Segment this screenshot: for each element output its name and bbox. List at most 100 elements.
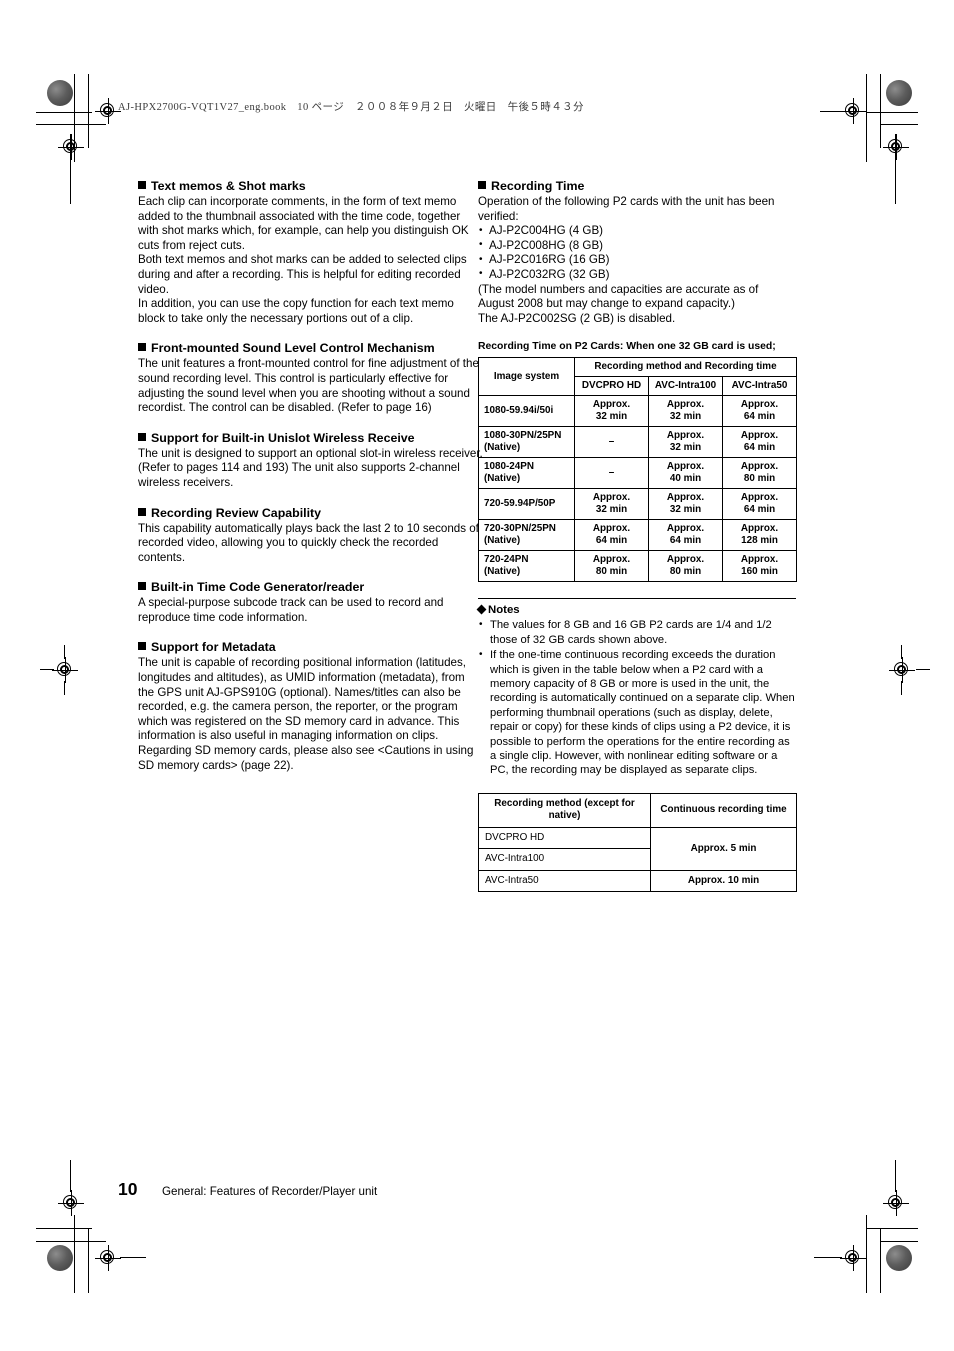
crop-mark-line <box>36 1241 106 1242</box>
black-square-bullet-icon <box>138 507 146 516</box>
cell-line2: 80 min <box>743 473 776 485</box>
cell-line2: 128 min <box>741 535 778 547</box>
section-heading-recording-review: Recording Review Capability <box>138 505 483 521</box>
book-file-header-line: AJ-HPX2700G-VQT1V27_eng.book 10 ページ ２００８… <box>118 102 584 113</box>
list-item: AJ-P2C032RG (32 GB) <box>478 267 796 283</box>
cell-recording-method: AVC-Intra100 <box>478 848 651 871</box>
column-header-continuous-time: Continuous recording time <box>650 792 797 828</box>
table-row: 1080-24PN (Native) – Approx. 40 min Appr… <box>478 457 797 490</box>
notes-divider <box>478 598 796 600</box>
crop-mark-line <box>820 111 842 112</box>
cell-line1: Approx. <box>740 554 779 566</box>
crop-mark-line <box>901 645 902 659</box>
crop-mark-line <box>880 124 918 125</box>
cell-line1: Approx. <box>666 492 705 504</box>
cell-dvcpro-hd: – <box>574 426 649 459</box>
row-label-line1: 1080-24PN <box>484 461 534 473</box>
cell-avc-intra50: Approx. 64 min <box>722 426 797 459</box>
cell-line1: Approx. <box>740 461 779 473</box>
cell-avc-intra100: Approx. 32 min <box>648 488 723 521</box>
footer-title: General: Features of Recorder/Player uni… <box>162 1185 378 1198</box>
row-label-line1: 720-24PN <box>484 554 529 566</box>
table-row: 720-30PN/25PN (Native) Approx. 64 min Ap… <box>478 519 797 552</box>
paragraph: The unit is designed to support an optio… <box>138 446 483 489</box>
section-heading-label: Built-in Time Code Generator/reader <box>151 580 365 595</box>
row-label-line2: (Native) <box>484 442 521 454</box>
paragraph: The unit features a front-mounted contro… <box>138 357 479 415</box>
cell-line2: 32 min <box>669 504 702 516</box>
cell-line2: 64 min <box>743 442 776 454</box>
cell-avc-intra50: Approx. 64 min <box>722 395 797 428</box>
crop-mark-line <box>36 112 92 113</box>
cell-dvcpro-hd: – <box>574 457 649 490</box>
table-row: 1080-30PN/25PN (Native) – Approx. 32 min… <box>478 426 797 459</box>
black-square-bullet-icon <box>138 432 146 441</box>
cell-line2: 160 min <box>741 566 778 578</box>
table-row: AVC-Intra50 Approx. 10 min <box>478 869 797 893</box>
black-square-bullet-icon <box>138 642 146 651</box>
column-header-dvcpro-hd: DVCPRO HD <box>574 376 649 397</box>
p2-card-list: AJ-P2C004HG (4 GB) AJ-P2C008HG (8 GB) AJ… <box>478 224 796 282</box>
row-header-image-system: 1080-24PN (Native) <box>478 457 575 490</box>
continuous-recording-table: Recording method (except for native) Con… <box>478 792 797 893</box>
table-row: 720-24PN (Native) Approx. 80 min Approx.… <box>478 550 797 583</box>
section-heading-label: Recording Review Capability <box>151 505 322 520</box>
row-label-line1: 720-30PN/25PN <box>484 523 556 535</box>
cell-line2: 32 min <box>595 411 628 423</box>
cell-continuous-time: Approx. 5 min <box>650 826 797 871</box>
cell-line1: Approx. <box>592 399 631 411</box>
right-text-column: Recording Time Operation of the followin… <box>476 178 797 893</box>
column-header-recording-method-span: Recording method and Recording time <box>574 357 797 378</box>
cell-line1: Approx. <box>666 430 705 442</box>
registration-target-bottom-right-outer <box>883 1190 909 1216</box>
row-label-line2: (Native) <box>484 535 521 547</box>
row-header-image-system: 720-30PN/25PN (Native) <box>478 519 575 552</box>
cell-line2: 80 min <box>669 566 702 578</box>
black-square-bullet-icon <box>478 181 486 189</box>
row-label-line1: 720-59.94P/50P <box>484 498 556 510</box>
black-square-bullet-icon <box>138 181 146 189</box>
cell-line2: 64 min <box>743 411 776 423</box>
crop-mark-line <box>880 74 881 148</box>
list-item: AJ-P2C008HG (8 GB) <box>478 238 796 254</box>
crop-mark-line <box>64 645 65 659</box>
section-heading-unislot-wireless: Support for Built-in Unislot Wireless Re… <box>138 430 483 446</box>
column-header-recording-method: Recording method (except for native) <box>478 792 651 828</box>
table-row: DVCPRO HD Approx. 5 min <box>478 826 797 871</box>
section-heading-label: Support for Metadata <box>151 640 276 655</box>
cell-recording-method: DVCPRO HD <box>478 826 651 850</box>
paragraph: Each clip can incorporate comments, in t… <box>138 195 469 252</box>
section-heading-time-code-generator: Built-in Time Code Generator/reader <box>138 579 483 595</box>
column-header-avc-intra100: AVC-Intra100 <box>648 376 723 397</box>
color-registration-dot-top-left <box>47 80 73 106</box>
diamond-bullet-icon <box>476 604 487 615</box>
row-header-image-system: 720-24PN (Native) <box>478 550 575 583</box>
row-label-line1: 1080-59.94i/50i <box>484 405 554 417</box>
paragraph: This capability automatically plays back… <box>138 521 479 564</box>
registration-target-bottom-right-inner <box>840 1245 866 1271</box>
cell-continuous-time: Approx. 10 min <box>650 869 797 893</box>
cell-line1: Approx. <box>666 461 705 473</box>
cell-line1: Approx. <box>740 523 779 535</box>
crop-mark-line <box>70 134 71 204</box>
registration-target-top-right-inner <box>840 98 866 124</box>
cell-line1: Approx. <box>740 399 779 411</box>
section-heading-text-memos: Text memos & Shot marks <box>138 178 483 194</box>
crop-mark-line <box>880 1228 881 1293</box>
table-header-row: Image system Recording method and Record… <box>478 357 797 397</box>
cell-dvcpro-hd: Approx. 32 min <box>574 395 649 428</box>
crop-mark-line <box>36 124 106 125</box>
crop-mark-line <box>814 1257 842 1258</box>
cell-dvcpro-hd: Approx. 32 min <box>574 488 649 521</box>
paragraph: In addition, you can use the copy functi… <box>138 297 454 325</box>
cell-line1: Approx. <box>666 523 705 535</box>
cell-avc-intra100: Approx. 40 min <box>648 457 723 490</box>
row-header-image-system: 1080-59.94i/50i <box>478 395 575 428</box>
recording-time-table: Image system Recording method and Record… <box>478 357 797 583</box>
cell-avc-intra50: Approx. 64 min <box>722 488 797 521</box>
row-label-line1: 1080-30PN/25PN <box>484 430 562 442</box>
cell-avc-intra100: Approx. 32 min <box>648 426 723 459</box>
registration-target-top-right-outer <box>883 134 909 160</box>
color-registration-dot-bottom-right <box>886 1245 912 1271</box>
